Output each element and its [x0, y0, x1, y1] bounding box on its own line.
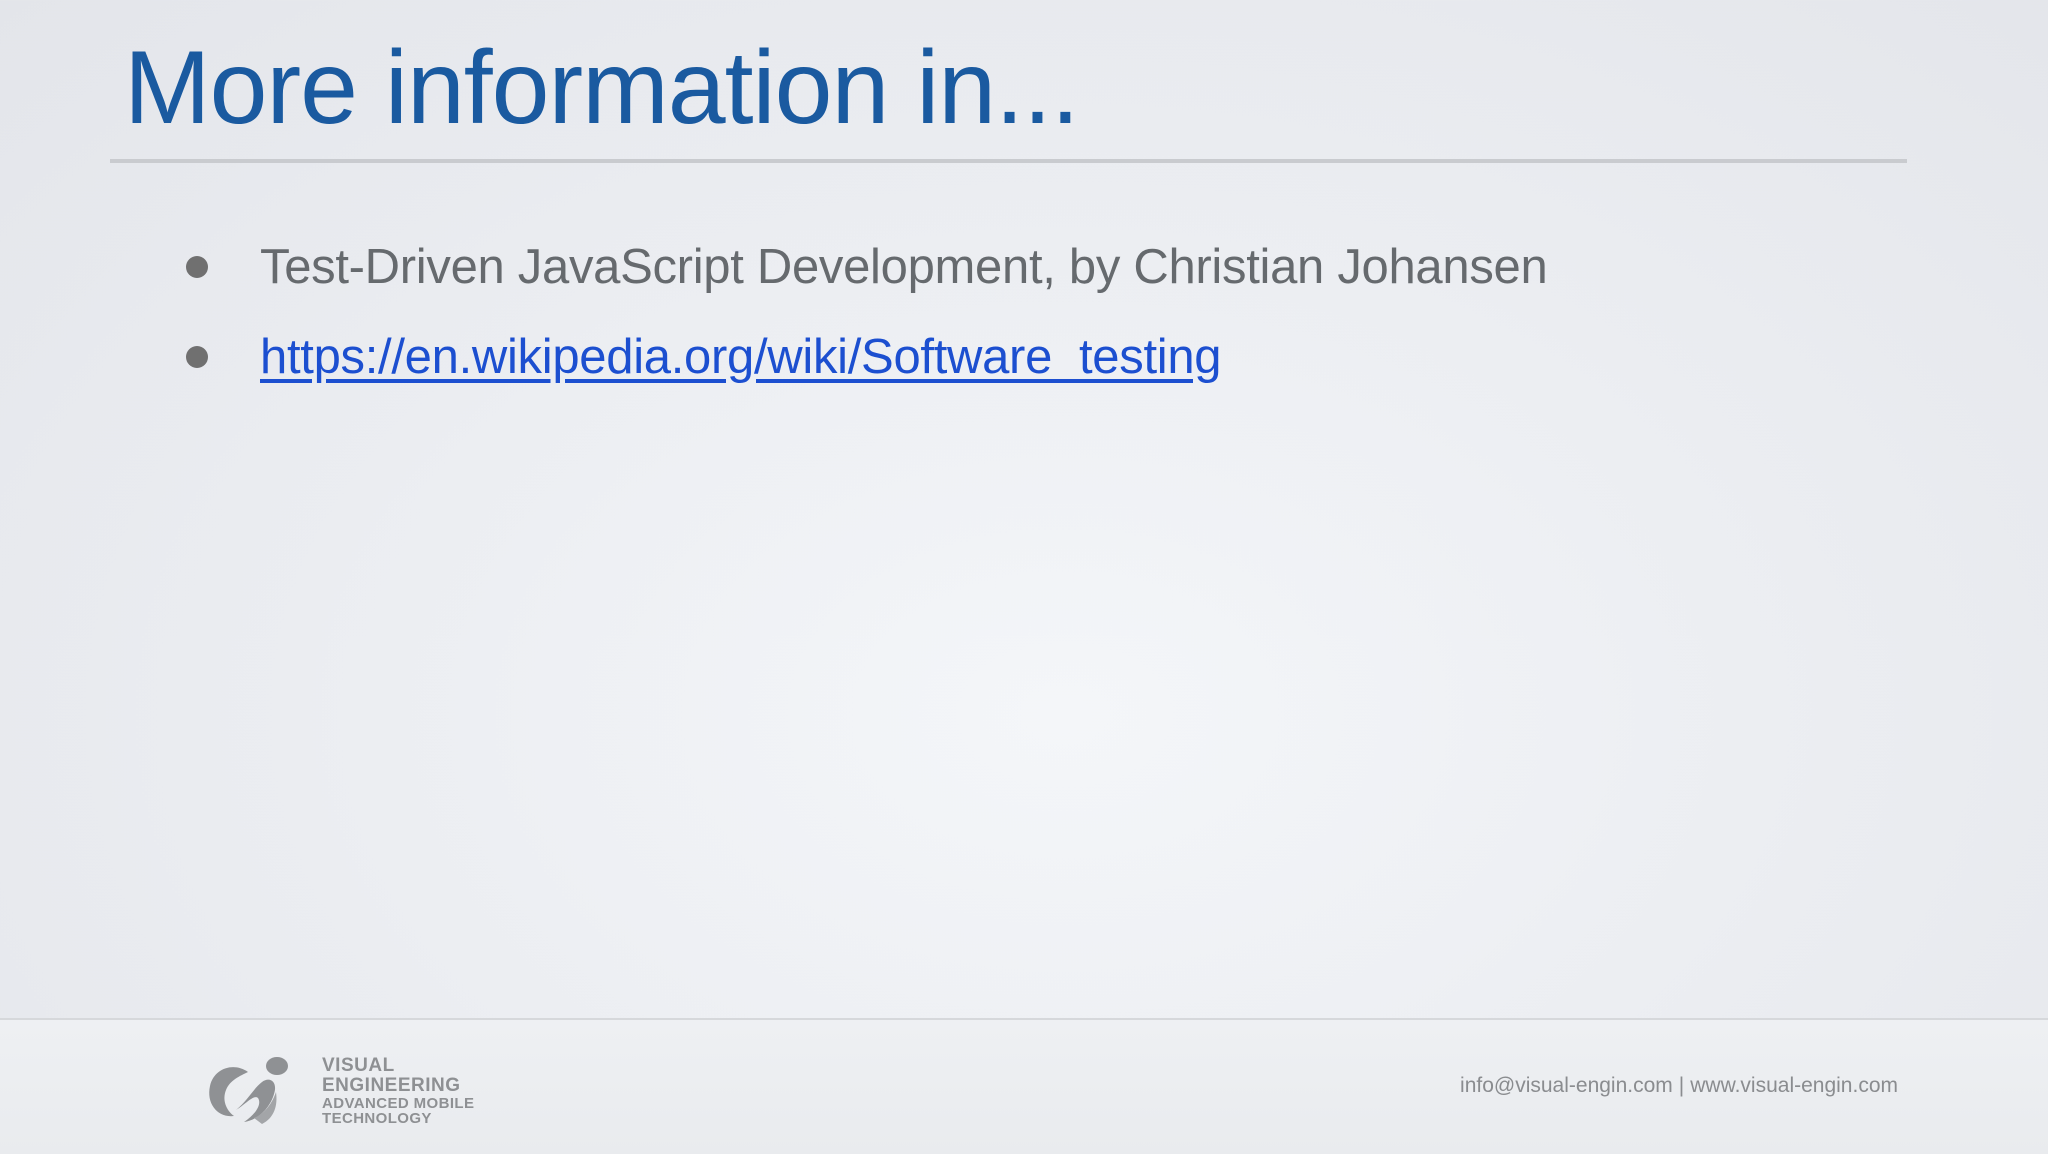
footer-email: info@visual-engin.com	[1460, 1074, 1673, 1097]
visual-engineering-logo-icon	[209, 1057, 288, 1124]
bullet-item-link: https://en.wikipedia.org/wiki/Software_t…	[186, 312, 1547, 402]
logo-line-technology: TECHNOLOGY	[322, 1110, 432, 1127]
logo-wordmark: VISUAL ENGINEERING ADVANCED MOBILE TECHN…	[322, 1056, 474, 1126]
logo-line-engineering: ENGINEERING	[322, 1075, 461, 1096]
title-divider	[110, 159, 1907, 163]
wikipedia-link[interactable]: https://en.wikipedia.org/wiki/Software_t…	[260, 329, 1222, 385]
slide-title: More information in...	[124, 30, 1080, 146]
logo-line-advanced-mobile: ADVANCED MOBILE	[322, 1095, 475, 1112]
bullet-dot-icon	[186, 256, 208, 278]
footer-website: www.visual-engin.com	[1690, 1074, 1898, 1097]
slide: More information in... Test-Driven JavaS…	[0, 0, 2048, 1154]
footer-separator: |	[1678, 1074, 1685, 1097]
logo-line-visual: VISUAL	[322, 1055, 395, 1076]
bullet-text-book: Test-Driven JavaScript Development, by C…	[260, 240, 1548, 294]
bullet-list: Test-Driven JavaScript Development, by C…	[186, 222, 1548, 402]
company-logo: VISUAL ENGINEERING ADVANCED MOBILE TECHN…	[204, 1052, 504, 1132]
slide-footer: VISUAL ENGINEERING ADVANCED MOBILE TECHN…	[0, 1018, 2048, 1154]
bullet-dot-icon	[186, 346, 208, 368]
footer-contact: info@visual-engin.com | www.visual-engin.c…	[1460, 1074, 1898, 1098]
bullet-item-book: Test-Driven JavaScript Development, by C…	[186, 222, 1548, 312]
